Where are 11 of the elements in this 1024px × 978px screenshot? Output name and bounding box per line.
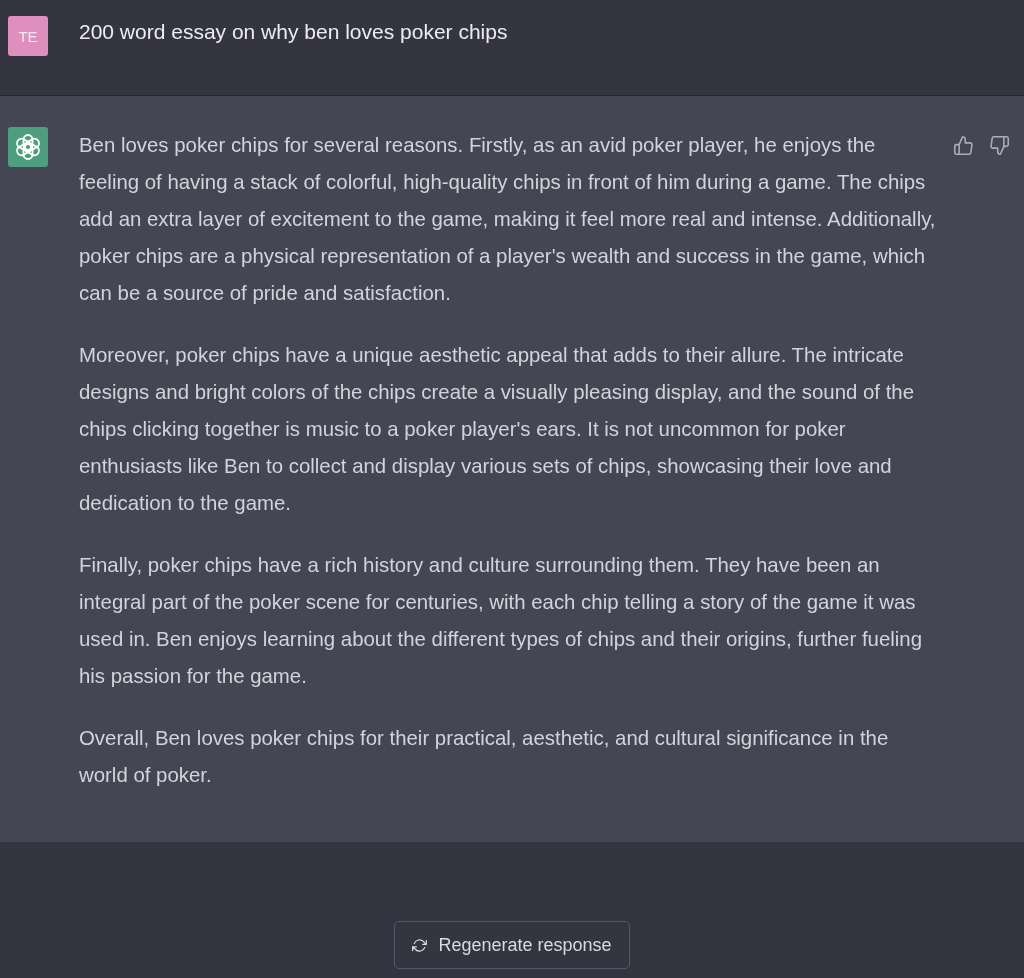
logo-icon (8, 127, 48, 167)
response-paragraph: Finally, poker chips have a rich history and culture surrounding them. They have been an integral part of the poker scene for centuries, with each chip telling a story of the game it was used in. Ben enjoys learning about the different types of chips and their origins, further fueling his passion for the game. (79, 553, 923, 689)
thumbs-up-icon[interactable] (953, 135, 974, 156)
regenerate-button[interactable]: Regenerate response (394, 921, 630, 969)
response-paragraph: Moreover, poker chips have a unique aesthetic appeal that adds to their allure. The intricate designs and bright colors of the chips create a visually pleasing display, and the sound of the chips clicking together is music to a poker player's ears. It is not uncommon for poker enthusiasts like Ben to collect and display various sets of chips, showcasing their love and dedication to the game. (79, 343, 916, 516)
user-avatar: TE (8, 16, 48, 56)
response-paragraph: Ben loves poker chips for several reasons. Firstly, as an avid poker player, he enjoys the feeling of having a stack of colorful, high-quality chips in front of him during a game. The chips add an extra layer of excitement to the game, making it feel more real and intense. Additionally, poker chips are a physical representation of a player's wealth and success in the game, which can be a source of pride and satisfaction. (79, 133, 937, 306)
refresh-icon (412, 937, 428, 953)
user-message: 200 word essay on why ben loves poker chips (79, 19, 508, 45)
response-paragraph: Overall, Ben loves poker chips for their practical, aesthetic, and cultural significance in the world of poker. (79, 726, 890, 788)
thumbs-down-icon[interactable] (989, 135, 1010, 156)
